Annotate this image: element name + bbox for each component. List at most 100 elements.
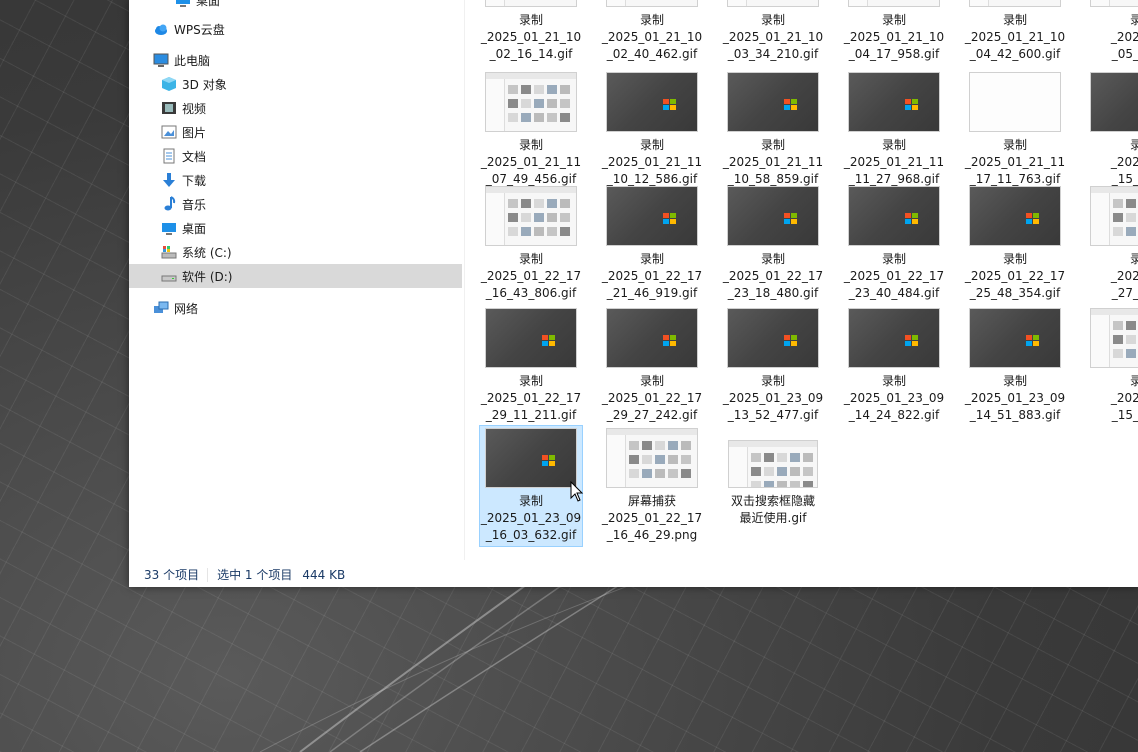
nav-item-label: 视频 [182,101,207,116]
file-item[interactable]: 录制 _2025_01_22_17 _23_40_484.gif [842,183,946,305]
file-item[interactable]: 录制 _2025_01_23_09 _13_52_477.gif [721,305,825,427]
navigation-pane: 桌面 WPS云盘 此电脑 3D 对象 视频 图片 文档 下载 音乐 桌面 系统 (C:) 软件 (D… [129,0,462,560]
file-name-line-1: 录制 [881,13,906,27]
file-item[interactable]: 录制 _2025_01_22_17 _25_48_354.gif [963,183,1067,305]
file-item[interactable]: 录制 _2025_01_23_09 _14_51_883.gif [963,305,1067,427]
file-name-line-1: 录制 [1002,374,1027,388]
status-selected-count: 选中 1 个项目 [217,568,293,582]
file-item[interactable]: 屏幕捕获 _2025_01_22_17 _16_46_29.png [600,425,704,547]
file-item[interactable]: 录制 _2025_01_23_09 _16_03_632.gif [479,425,583,547]
file-item[interactable]: 录_2025_0_15_30_ [1084,69,1138,191]
file-name-line-2: _2025_01_23_09 [480,511,582,525]
file-name-line-2: 最近使用.gif [739,511,807,525]
nav-item-label: 此电脑 [174,53,211,68]
file-item[interactable]: 双击搜索框隐藏 最近使用.gif [721,425,825,547]
file-name-line-1: 录制 [760,374,785,388]
nav-item-music[interactable]: 音乐 [129,192,462,216]
nav-item-label: 软件 (D:) [182,269,233,284]
wallpaper-thumbnail [969,186,1061,246]
file-name-line-2: _2025_0 [1110,155,1138,169]
wallpaper-thumbnail [848,186,940,246]
file-name-line-1: 录制 [639,374,664,388]
nav-item-label: 文档 [182,149,207,164]
nav-item-cloud[interactable]: WPS云盘 [129,17,462,41]
file-name-line-3: _16_46_29.png [606,528,698,542]
screenshot-thumbnail [728,440,818,488]
file-item[interactable]: 录制 _2025_01_21_10 _04_17_958.gif [842,0,946,66]
file-name-line-1: 录制 [760,13,785,27]
file-name-line-1: 录制 [518,138,543,152]
nav-item-drive-d[interactable]: 软件 (D:) [129,264,462,288]
screenshot-thumbnail [969,72,1061,132]
file-name-line-2: _2025_01_22_17 [722,269,824,283]
file-name-line-1: 录 [1129,138,1138,152]
file-item[interactable]: 录制 _2025_01_22_17 _29_11_211.gif [479,305,583,427]
nav-item-label: 3D 对象 [182,77,227,92]
screenshot-thumbnail [1090,0,1138,7]
file-name-line-1: 录制 [639,252,664,266]
file-item[interactable]: 录 _2025_0 _05_20_ [1084,0,1138,66]
file-name-line-3: _14_24_822.gif [848,408,940,422]
file-name-line-3: _03_34_210.gif [727,47,819,61]
file-name-line-2: _2025_01_21_10 [480,30,582,44]
nav-item-desktop-top[interactable]: 桌面 [129,0,462,12]
screenshot-thumbnail [969,0,1061,7]
wallpaper-thumbnail [485,308,577,368]
screenshot-thumbnail [606,0,698,7]
file-name-line-1: 录制 [1002,252,1027,266]
file-name-line-2: _2025_01_23_09 [722,391,824,405]
wallpaper-thumbnail [727,186,819,246]
wallpaper-thumbnail [1090,72,1138,132]
drive-c-icon [161,244,177,260]
mouse-cursor-icon [570,481,584,502]
file-item[interactable]: 录制 _2025_01_21_11 _11_27_968.gif [842,69,946,191]
status-separator [207,567,209,582]
file-item[interactable]: 录 _2025_0 _27_05_ [1084,183,1138,305]
file-item[interactable]: 录制 _2025_01_22_17 _23_18_480.gif [721,183,825,305]
desktop-icon [161,220,177,236]
file-name-line-1: 录制 [760,138,785,152]
file-item[interactable]: 录制 _2025_01_21_11 _10_12_586.gif [600,69,704,191]
file-name-line-2: _2025_01_21_11 [601,155,703,169]
file-item[interactable]: 录制 _2025_01_21_11 _17_11_763.gif [963,69,1067,191]
wallpaper-thumbnail [485,428,577,488]
nav-item-drive-c[interactable]: 系统 (C:) [129,240,462,264]
file-name-line-2: _2025_01_21_10 [722,30,824,44]
file-item[interactable]: 录制 _2025_01_22_17 _29_27_242.gif [600,305,704,427]
nav-item-network[interactable]: 网络 [129,296,462,320]
file-item[interactable]: 录制 _2025_01_23_09 _14_24_822.gif [842,305,946,427]
file-item[interactable]: 录 _2025_0 _15_13_ [1084,305,1138,427]
nav-item-picture[interactable]: 图片 [129,120,462,144]
drive-d-icon [161,268,177,284]
file-name-line-2: _2025_01_21_11 [964,155,1066,169]
download-icon [161,172,177,188]
nav-item-download[interactable]: 下载 [129,168,462,192]
nav-item-video[interactable]: 视频 [129,96,462,120]
status-item-count: 33 个项目 [144,568,200,582]
file-item[interactable]: 录制 _2025_01_21_11 _10_58_859.gif [721,69,825,191]
file-item[interactable]: 录制 _2025_01_21_10 _04_42_600.gif [963,0,1067,66]
file-item[interactable]: 录制 _2025_01_21_11 _07_49_456.gif [479,69,583,191]
file-name-line-1: 录制 [518,252,543,266]
file-item[interactable]: 录制 _2025_01_22_17 _21_46_919.gif [600,183,704,305]
nav-item-document[interactable]: 文档 [129,144,462,168]
wallpaper-thumbnail [606,72,698,132]
nav-item-computer[interactable]: 此电脑 [129,48,462,72]
file-list-view: 录制 _2025_01_21_10 _02_16_14.gif 录制 _2025_01_… [465,0,1138,560]
nav-item-cube[interactable]: 3D 对象 [129,72,462,96]
file-name-line-3: _16_03_632.gif [485,528,577,542]
file-item[interactable]: 录制 _2025_01_22_17 _16_43_806.gif [479,183,583,305]
nav-item-desktop[interactable]: 桌面 [129,216,462,240]
file-name-line-1: 屏幕捕获 [627,494,676,508]
file-name-line-2: _2025_01_22_17 [843,269,945,283]
file-name-line-3: _04_42_600.gif [969,47,1061,61]
screenshot-thumbnail [848,0,940,7]
file-item[interactable]: 录制 _2025_01_21_10 _02_16_14.gif [479,0,583,66]
file-name-line-3: _02_16_14.gif [489,47,573,61]
file-item[interactable]: 录制 _2025_01_21_10 _03_34_210.gif [721,0,825,66]
screenshot-thumbnail [485,72,577,132]
file-name-line-2: _2025_0 [1110,30,1138,44]
file-item[interactable]: 录制 _2025_01_21_10 _02_40_462.gif [600,0,704,66]
file-name-line-3: _23_18_480.gif [727,286,819,300]
nav-item-label: 图片 [182,125,207,140]
